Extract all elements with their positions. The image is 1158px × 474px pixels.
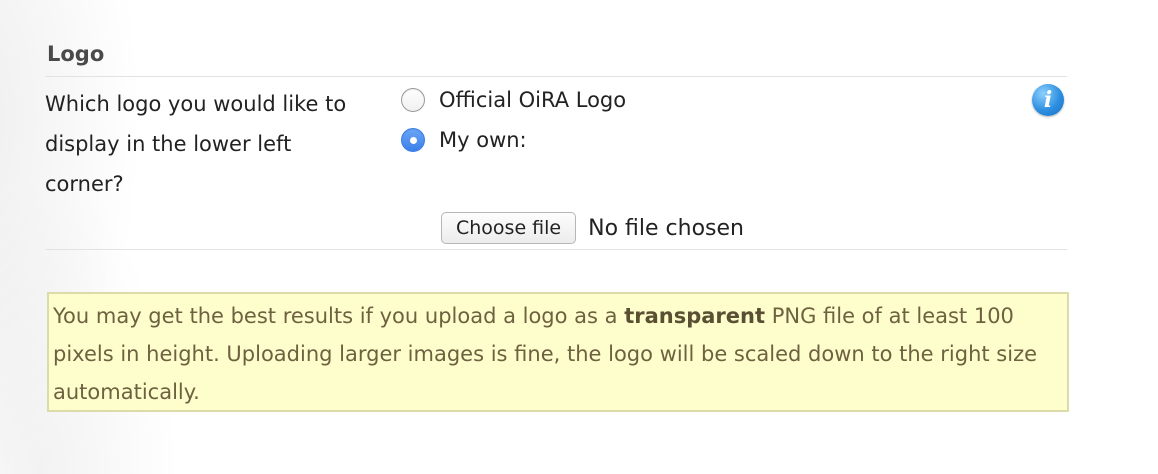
radio-label-official: Official OiRA Logo — [439, 88, 627, 112]
file-upload: Choose file No file chosen — [441, 212, 744, 244]
choose-file-button[interactable]: Choose file — [441, 212, 577, 244]
info-icon[interactable]: i — [1032, 84, 1064, 116]
radio-button-own[interactable] — [401, 128, 425, 152]
radio-official-logo[interactable]: Official OiRA Logo — [401, 84, 626, 116]
logo-question-label: Which logo you would like to display in … — [45, 92, 347, 196]
upload-hint-notice: You may get the best results if you uplo… — [47, 292, 1069, 412]
radio-button-official[interactable] — [401, 88, 425, 112]
section-title: Logo — [47, 42, 105, 66]
radio-label-own: My own: — [439, 128, 527, 152]
logo-settings-panel: Logo Which logo you would like to displa… — [45, 0, 1069, 474]
notice-text-before: You may get the best results if you uplo… — [53, 304, 625, 328]
notice-emphasis: transparent — [624, 304, 766, 328]
file-status-text: No file chosen — [588, 215, 744, 241]
divider — [45, 249, 1067, 250]
radio-own-logo[interactable]: My own: — [401, 124, 527, 156]
divider — [45, 76, 1067, 77]
